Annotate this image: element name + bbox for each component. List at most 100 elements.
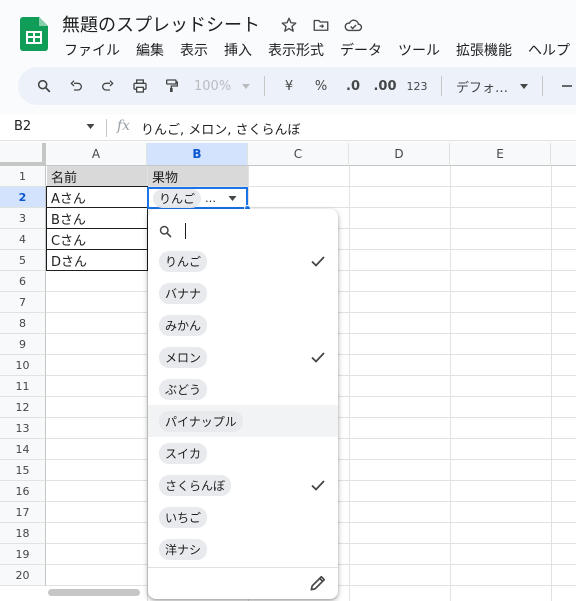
row-header-10[interactable]: 10 — [0, 355, 46, 376]
menu-file[interactable]: ファイル — [56, 37, 128, 63]
option-chip: スイカ — [159, 442, 208, 464]
row-header-11[interactable]: 11 — [0, 376, 46, 397]
dropdown-option[interactable]: さくらんぼ — [148, 469, 338, 501]
dropdown-option[interactable]: ぶどう — [148, 373, 338, 405]
dropdown-option-hovered[interactable]: パイナップル — [148, 405, 338, 437]
row-header-1[interactable]: 1 — [0, 166, 46, 187]
row-header-6[interactable]: 6 — [0, 271, 46, 292]
cell-a1[interactable]: 名前 — [47, 166, 147, 186]
active-cell-b2[interactable]: りんご … — [147, 187, 248, 209]
check-icon — [311, 352, 325, 363]
formula-input[interactable]: りんご, メロン, さくらんぼ — [141, 119, 301, 138]
sheets-logo-icon[interactable] — [20, 17, 48, 51]
option-chip: バナナ — [159, 282, 208, 304]
gridline — [450, 166, 451, 601]
row-header-16[interactable]: 16 — [0, 481, 46, 502]
currency-format-button[interactable]: ¥ — [273, 72, 305, 100]
select-all-corner[interactable] — [0, 143, 46, 166]
row-header-8[interactable]: 8 — [0, 313, 46, 334]
dropdown-option[interactable]: スイカ — [148, 437, 338, 469]
column-header-d[interactable]: D — [349, 143, 450, 166]
row-header-13[interactable]: 13 — [0, 418, 46, 439]
redo-icon[interactable] — [92, 72, 124, 100]
edit-pencil-icon[interactable] — [308, 573, 328, 593]
row-header-18[interactable]: 18 — [0, 523, 46, 544]
column-header-a[interactable]: A — [46, 143, 147, 166]
font-select[interactable]: デフォ… — [450, 72, 534, 100]
cell-a2[interactable]: Aさん — [46, 186, 148, 208]
dropdown-option[interactable]: りんご — [148, 245, 338, 277]
undo-icon[interactable] — [60, 72, 92, 100]
option-chip: ぶどう — [159, 378, 208, 400]
dropdown-option[interactable]: みかん — [148, 309, 338, 341]
move-to-folder-icon[interactable] — [310, 14, 332, 36]
search-icon — [159, 225, 172, 237]
column-header-b[interactable]: B — [147, 143, 248, 166]
menu-view[interactable]: 表示 — [172, 37, 216, 63]
paint-format-icon[interactable] — [156, 72, 188, 100]
percent-format-button[interactable]: % — [305, 72, 337, 100]
row-header-17[interactable]: 17 — [0, 502, 46, 523]
text-cursor — [185, 223, 186, 239]
column-header-e[interactable]: E — [450, 143, 551, 166]
gridline — [551, 166, 552, 601]
column-header-f[interactable] — [551, 143, 576, 166]
menu-insert[interactable]: 挿入 — [216, 37, 260, 63]
name-box[interactable]: B2 — [14, 119, 31, 134]
check-icon — [311, 480, 325, 491]
cell-a5[interactable]: Dさん — [46, 249, 148, 271]
dropdown-divider — [148, 567, 338, 568]
row-header-15[interactable]: 15 — [0, 460, 46, 481]
row-header-3[interactable]: 3 — [0, 208, 46, 229]
cell-a3[interactable]: Bさん — [46, 207, 148, 229]
menu-help[interactable]: ヘルプ — [520, 37, 576, 63]
search-menus-icon[interactable] — [28, 72, 60, 100]
horizontal-scrollbar[interactable] — [48, 589, 140, 596]
row-header-7[interactable]: 7 — [0, 292, 46, 313]
toolbar-divider — [542, 76, 543, 96]
spreadsheet-app: 無題のスプレッドシート ファイル 編集 表示 挿入 表示形式 データ ツール 拡… — [0, 0, 576, 601]
menu-tools[interactable]: ツール — [390, 37, 448, 63]
number-format-button[interactable]: 123 — [401, 72, 433, 100]
print-icon[interactable] — [124, 72, 156, 100]
more-chips-indicator: … — [205, 191, 217, 205]
row-header-20[interactable]: 20 — [0, 565, 46, 586]
cell-a4[interactable]: Cさん — [46, 228, 148, 250]
dropdown-option[interactable]: いちご — [148, 501, 338, 533]
function-icon: fx — [117, 118, 131, 134]
star-icon[interactable] — [278, 14, 300, 36]
decrease-font-size-icon[interactable] — [551, 72, 576, 100]
title-icons — [278, 14, 364, 36]
row-header-2[interactable]: 2 — [0, 187, 46, 208]
column-header-c[interactable]: C — [248, 143, 349, 166]
row-header-14[interactable]: 14 — [0, 439, 46, 460]
cell-chip: りんご — [153, 188, 202, 208]
dropdown-option[interactable]: メロン — [148, 341, 338, 373]
check-icon — [311, 256, 325, 267]
row-header-12[interactable]: 12 — [0, 397, 46, 418]
gridline — [349, 166, 350, 601]
document-title[interactable]: 無題のスプレッドシート — [62, 11, 260, 37]
dropdown-caret-icon[interactable] — [228, 195, 237, 201]
row-header-9[interactable]: 9 — [0, 334, 46, 355]
dropdown-option[interactable]: バナナ — [148, 277, 338, 309]
option-chip: 洋ナシ — [159, 538, 208, 560]
row-header-4[interactable]: 4 — [0, 229, 46, 250]
row-header-5[interactable]: 5 — [0, 250, 46, 271]
dropdown-search-field[interactable] — [158, 217, 328, 245]
menu-format[interactable]: 表示形式 — [260, 37, 332, 63]
increase-decimal-button[interactable]: .00 — [369, 72, 401, 100]
menu-edit[interactable]: 編集 — [128, 37, 172, 63]
decrease-decimal-button[interactable]: .0 — [337, 72, 369, 100]
menu-data[interactable]: データ — [332, 37, 390, 63]
dropdown-option[interactable]: 洋ナシ — [148, 533, 338, 565]
cell-b1[interactable]: 果物 — [148, 166, 248, 186]
zoom-select[interactable]: 100% — [188, 72, 256, 100]
zoom-caret-icon — [242, 83, 250, 89]
name-box-caret-icon[interactable] — [86, 124, 95, 129]
toolbar-divider — [264, 76, 265, 96]
cloud-status-icon[interactable] — [342, 14, 364, 36]
row-header-19[interactable]: 19 — [0, 544, 46, 565]
menu-extensions[interactable]: 拡張機能 — [448, 37, 520, 63]
formula-divider — [106, 119, 107, 137]
